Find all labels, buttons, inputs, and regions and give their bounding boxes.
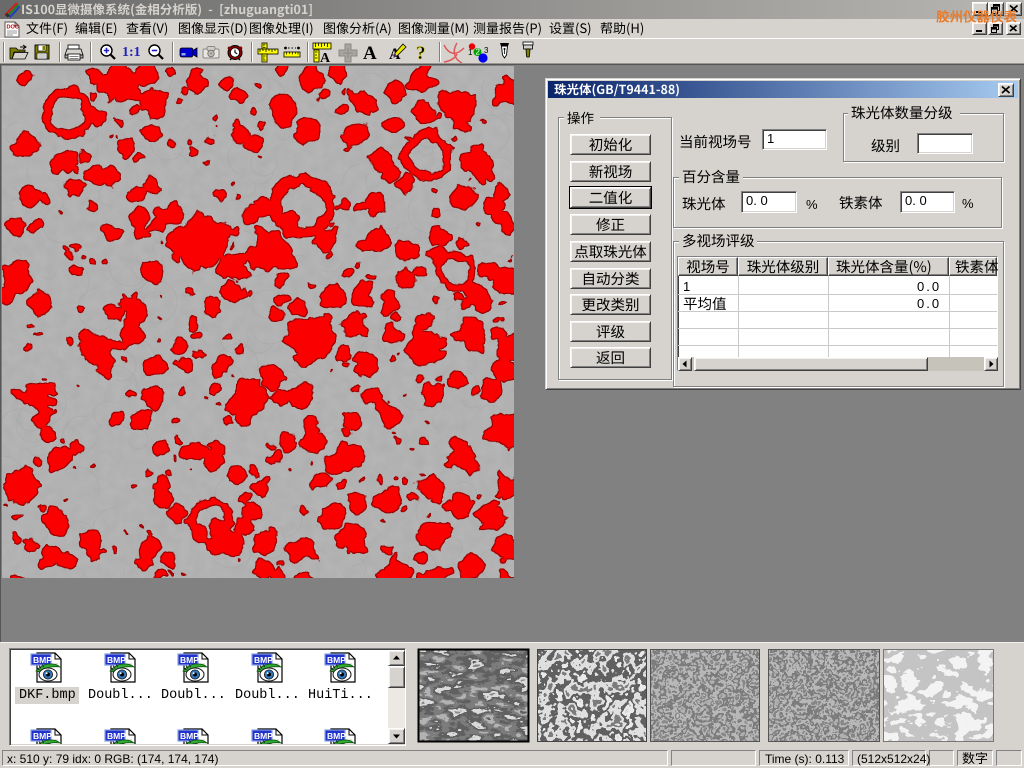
svg-text:1: 1 (468, 48, 473, 57)
svg-text:BMP: BMP (254, 655, 273, 665)
svg-text:2: 2 (476, 48, 481, 57)
svg-text:BMP: BMP (107, 655, 126, 665)
svg-text:1:1: 1:1 (122, 45, 141, 60)
svg-text:3: 3 (484, 46, 489, 55)
svg-text:BMP: BMP (180, 655, 199, 665)
svg-text:BMP: BMP (327, 655, 346, 665)
svg-text:?: ? (416, 43, 426, 64)
svg-text:DOC: DOC (7, 25, 19, 31)
svg-text:A: A (363, 43, 377, 64)
svg-text:BMP: BMP (33, 655, 52, 665)
